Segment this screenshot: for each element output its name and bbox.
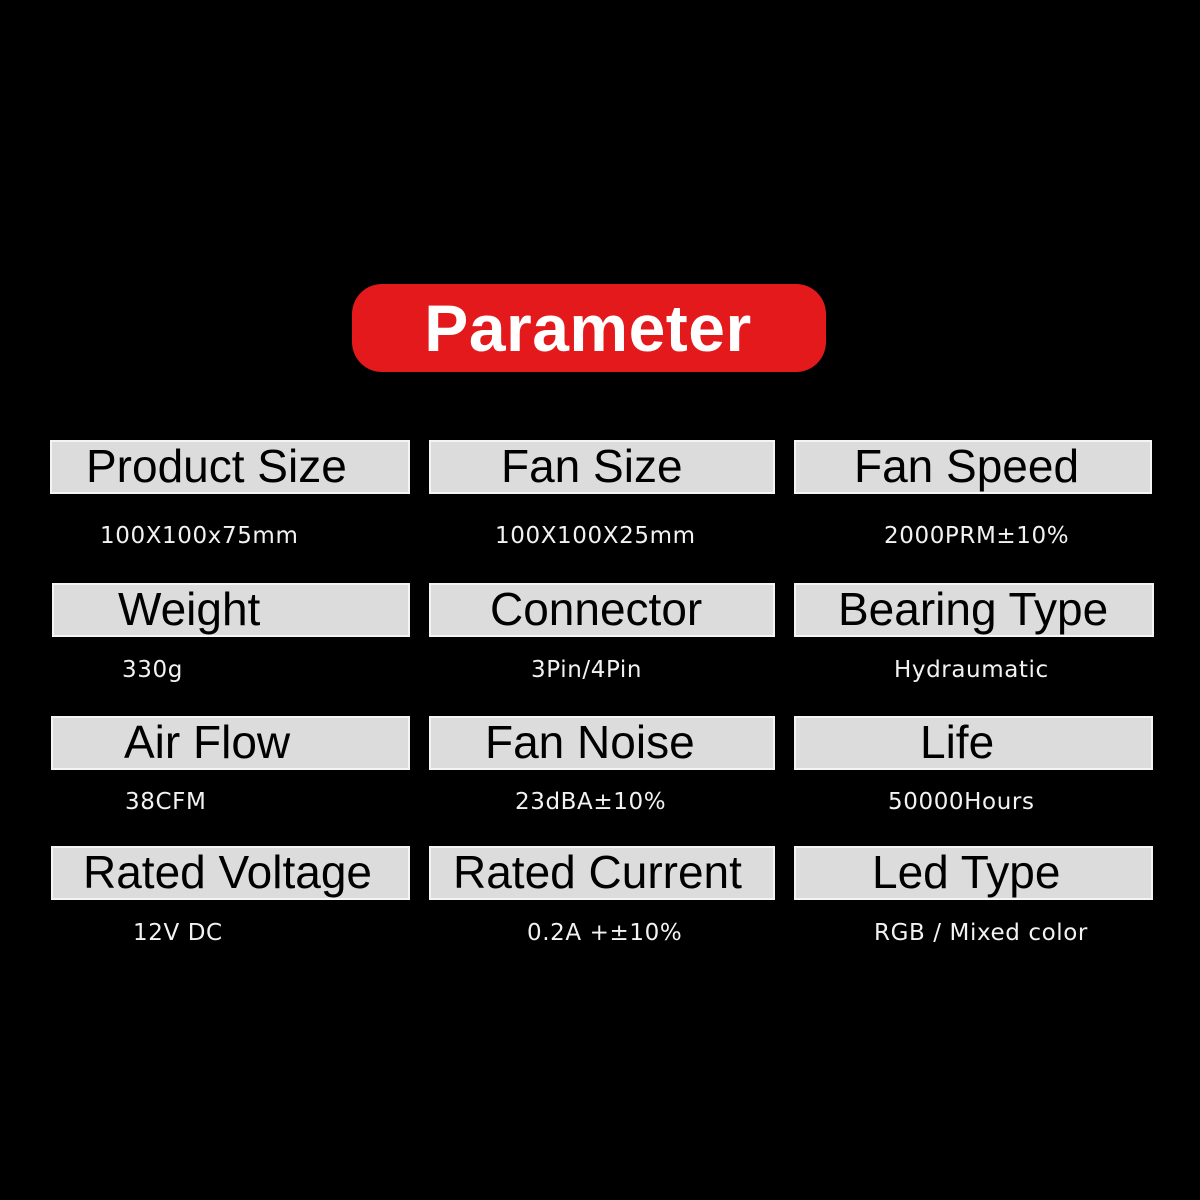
param-value: 12V DC bbox=[133, 920, 223, 946]
param-value: RGB / Mixed color bbox=[874, 920, 1088, 946]
param-label-box: Bearing Type bbox=[794, 583, 1154, 637]
param-value: 50000Hours bbox=[888, 789, 1035, 815]
param-value: 38CFM bbox=[125, 789, 207, 815]
param-value: 100X100X25mm bbox=[495, 523, 696, 549]
param-label: Connector bbox=[490, 583, 703, 636]
param-label-box: Fan Noise bbox=[429, 716, 775, 770]
param-label: Weight bbox=[118, 583, 261, 636]
param-value: 3Pin/4Pin bbox=[531, 657, 643, 683]
param-label-box: Rated Current bbox=[429, 846, 775, 900]
param-label-box: Product Size bbox=[50, 440, 410, 494]
param-label: Product Size bbox=[86, 440, 347, 493]
title-banner: Parameter bbox=[352, 284, 826, 372]
param-label: Fan Noise bbox=[485, 716, 695, 769]
param-value: 23dBA±10% bbox=[515, 789, 667, 815]
param-label: Led Type bbox=[872, 846, 1061, 899]
param-label: Fan Size bbox=[501, 440, 683, 493]
param-label: Rated Voltage bbox=[83, 846, 373, 899]
param-label: Rated Current bbox=[453, 846, 742, 899]
param-label: Life bbox=[920, 716, 995, 769]
param-label-box: Connector bbox=[429, 583, 775, 637]
param-label-box: Air Flow bbox=[51, 716, 410, 770]
param-label-box: Life bbox=[794, 716, 1153, 770]
param-label-box: Fan Size bbox=[429, 440, 775, 494]
param-label-box: Rated Voltage bbox=[51, 846, 410, 900]
param-label-box: Led Type bbox=[794, 846, 1153, 900]
param-label: Fan Speed bbox=[854, 440, 1080, 493]
param-value: 0.2A +±10% bbox=[527, 920, 683, 946]
param-label: Air Flow bbox=[124, 716, 291, 769]
param-value: 2000PRM±10% bbox=[884, 523, 1070, 549]
param-value: 330g bbox=[122, 657, 183, 683]
param-value: Hydraumatic bbox=[894, 657, 1049, 683]
param-label-box: Weight bbox=[52, 583, 410, 637]
param-label-box: Fan Speed bbox=[794, 440, 1152, 494]
param-label: Bearing Type bbox=[838, 583, 1109, 636]
page-title: Parameter bbox=[424, 291, 752, 365]
param-value: 100X100x75mm bbox=[100, 523, 299, 549]
